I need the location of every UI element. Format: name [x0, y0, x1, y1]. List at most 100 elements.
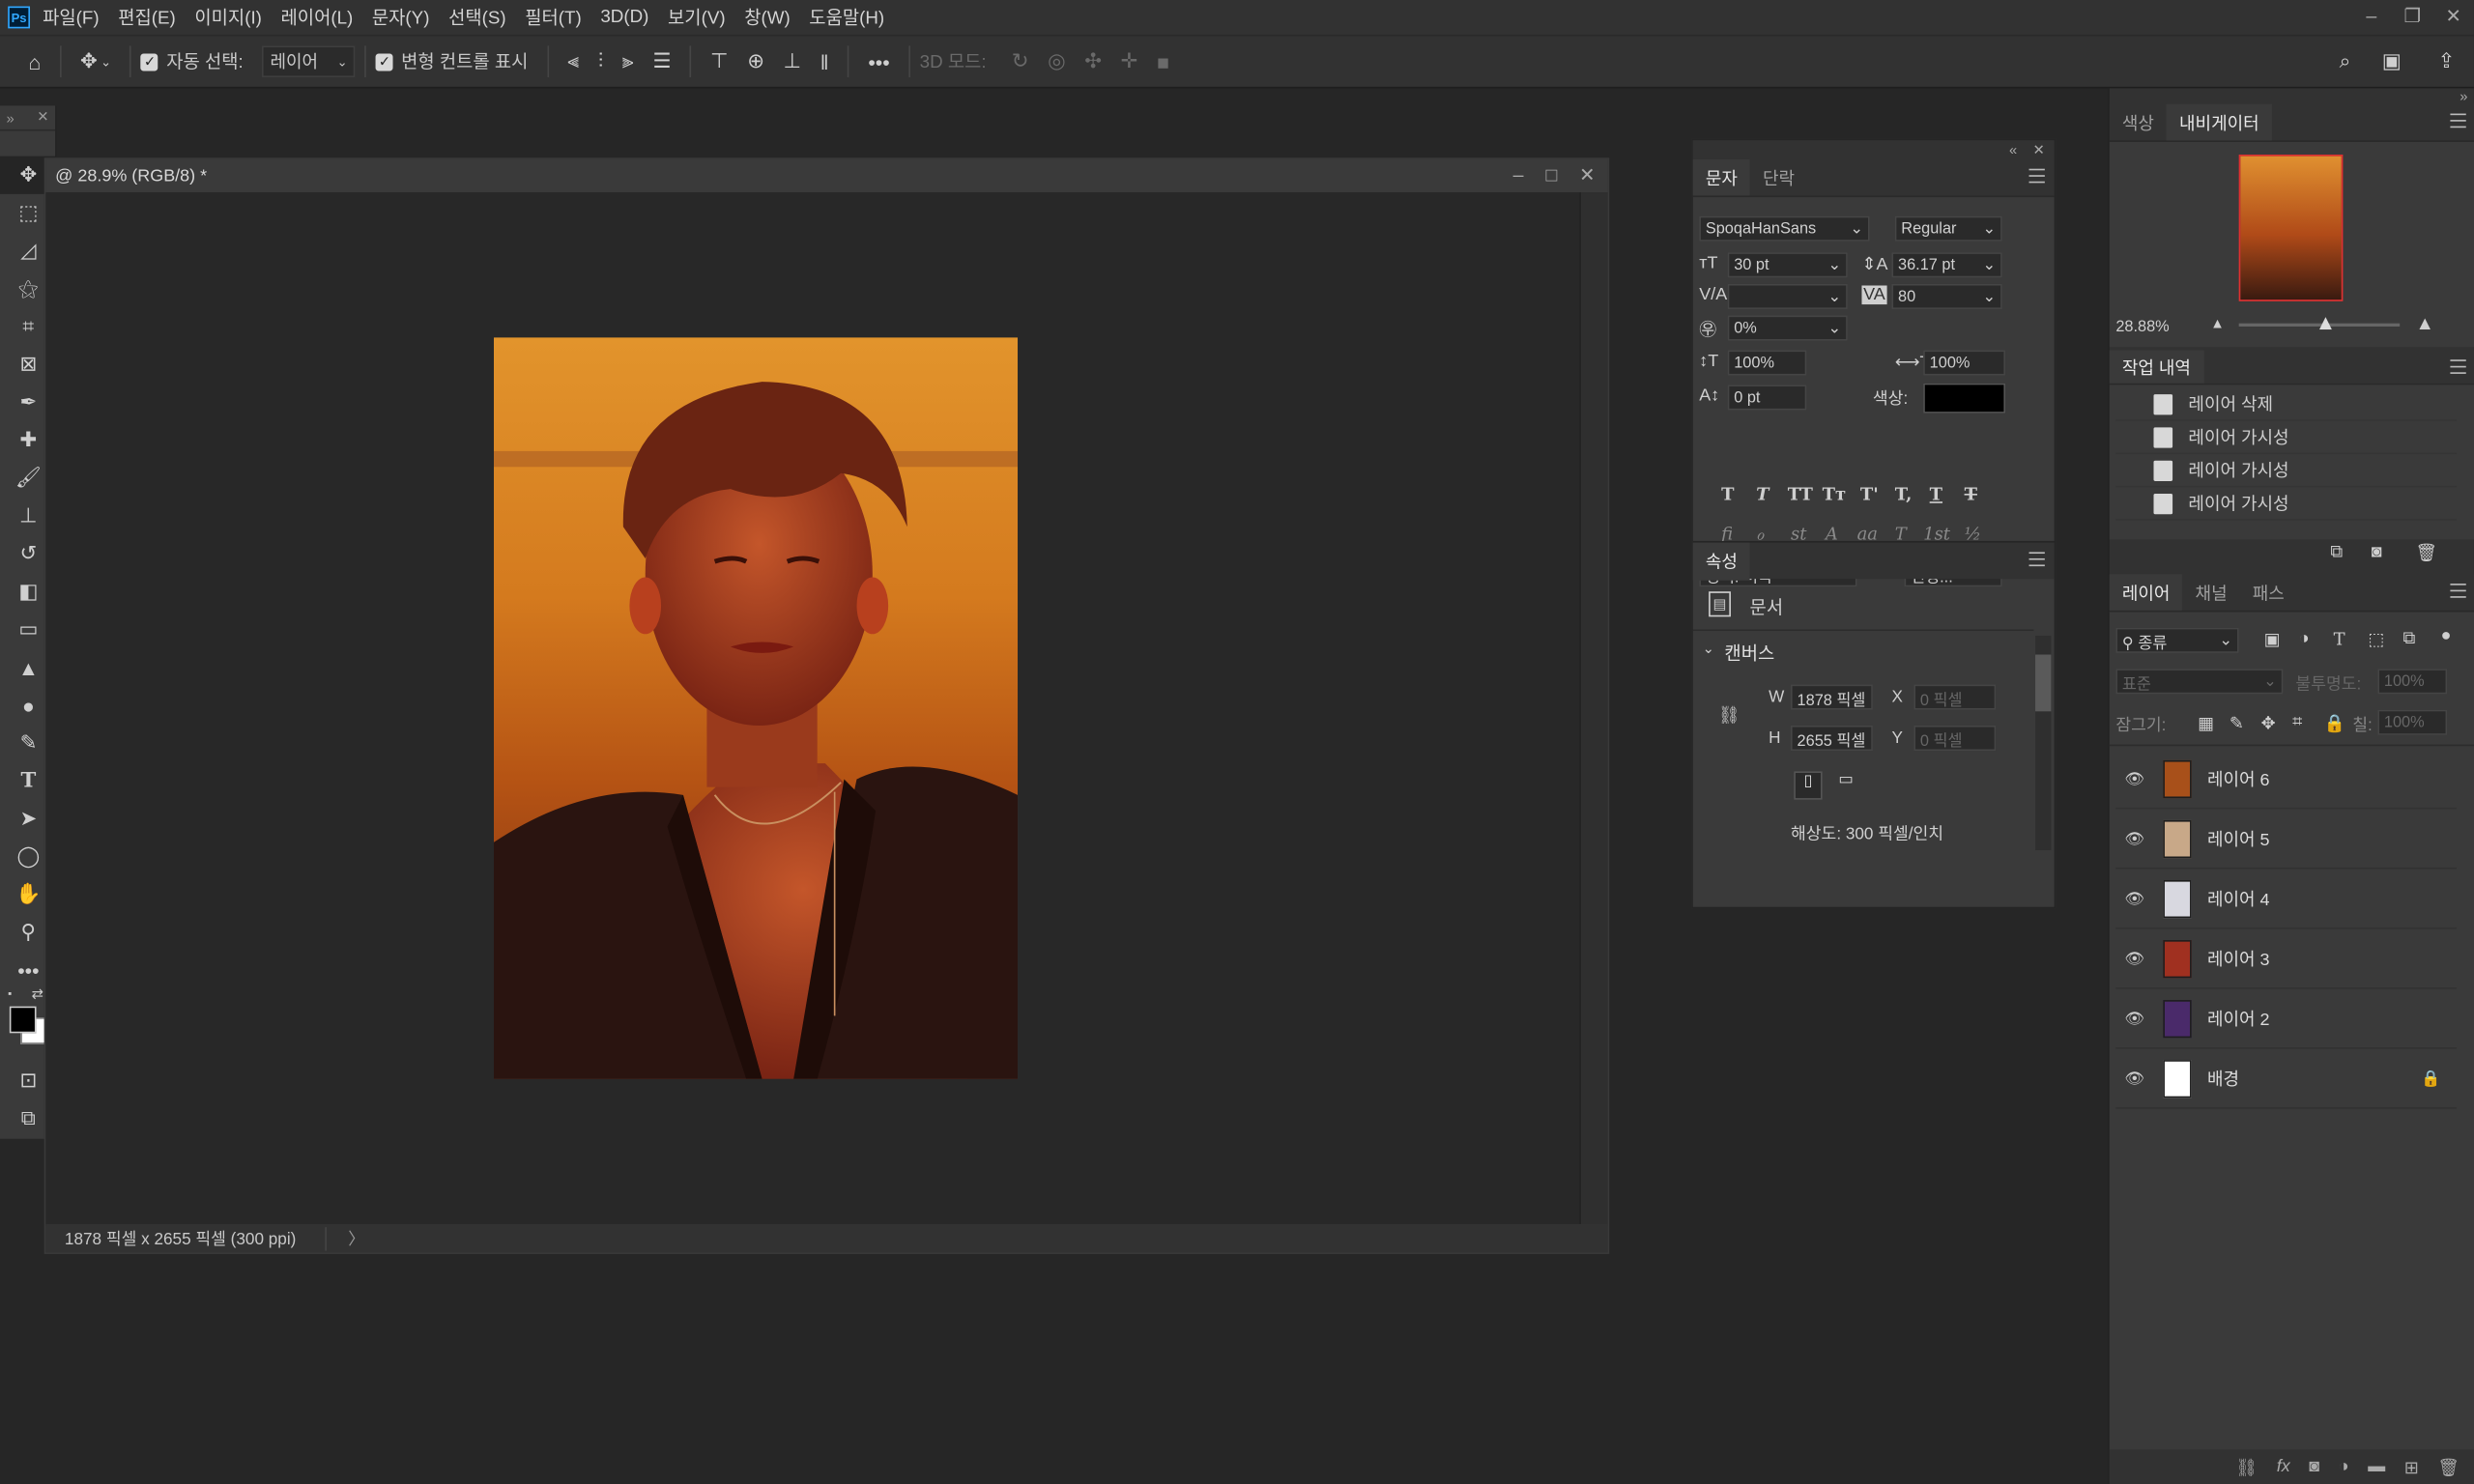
menu-filter[interactable]: 필터(T): [525, 5, 582, 30]
restore-icon[interactable]: □: [1545, 159, 1557, 191]
tab-paragraph[interactable]: 단락: [1750, 159, 1807, 196]
lock-icon[interactable]: 🔒: [2421, 1070, 2440, 1088]
zoom-slider-handle[interactable]: [2318, 317, 2332, 330]
menu-image[interactable]: 이미지(I): [194, 5, 262, 30]
strikethrough-icon[interactable]: T: [1965, 484, 1977, 504]
align-left-icon[interactable]: ⫷: [567, 49, 579, 74]
filter-type-icon[interactable]: T: [2334, 629, 2345, 649]
move-tool-icon[interactable]: ✥: [80, 49, 98, 74]
visibility-eye-icon[interactable]: 👁: [2119, 891, 2151, 908]
menu-view[interactable]: 보기(V): [668, 5, 726, 30]
vertical-scrollbar[interactable]: [1579, 192, 1608, 1226]
visibility-eye-icon[interactable]: 👁: [2119, 1011, 2151, 1028]
opacity-field[interactable]: 100%: [2377, 669, 2448, 695]
new-group-icon[interactable]: ▬: [2368, 1458, 2385, 1477]
zoom-in-icon[interactable]: ▲: [2416, 312, 2434, 334]
restore-icon[interactable]: ❐: [2392, 0, 2432, 35]
align-right-icon[interactable]: ⫸: [622, 49, 634, 74]
fx-icon[interactable]: fx: [2277, 1458, 2290, 1477]
align-center-icon[interactable]: ⫶: [598, 49, 603, 74]
baseline-shift-field[interactable]: 0 pt: [1727, 385, 1807, 411]
menu-help[interactable]: 도움말(H): [809, 5, 884, 30]
portrait-icon[interactable]: ▯: [1794, 771, 1823, 800]
visibility-eye-icon[interactable]: 👁: [2119, 771, 2151, 788]
layer-row[interactable]: 👁 배경 🔒: [2115, 1050, 2457, 1109]
canvas-area[interactable]: [45, 192, 1580, 1226]
history-item[interactable]: 레이어 가시성: [2115, 421, 2457, 455]
filter-adjustment-icon[interactable]: ◑: [2299, 629, 2310, 648]
collapse-icon[interactable]: »: [7, 109, 14, 125]
faux-italic-icon[interactable]: T: [1756, 484, 1769, 504]
visibility-eye-icon[interactable]: 👁: [2119, 951, 2151, 968]
distribute-icon[interactable]: ☰: [652, 49, 671, 74]
3d-camera-icon[interactable]: ■: [1157, 49, 1169, 72]
zoom-slider[interactable]: [2238, 317, 2401, 330]
tab-channels[interactable]: 채널: [2182, 574, 2239, 611]
landscape-icon[interactable]: ▭: [1831, 771, 1859, 799]
filter-shape-icon[interactable]: ⬚: [2369, 629, 2385, 650]
blend-mode-select[interactable]: 표준 ⌄: [2115, 669, 2284, 695]
workspace-icon[interactable]: ▣: [2382, 49, 2402, 74]
filter-toggle-icon[interactable]: ●: [2441, 626, 2452, 645]
visibility-eye-icon[interactable]: 👁: [2119, 1070, 2151, 1088]
link-layers-icon[interactable]: ⛓: [2235, 1457, 2258, 1477]
subscript-icon[interactable]: T,: [1895, 484, 1913, 504]
3d-roll-icon[interactable]: ◎: [1048, 49, 1066, 74]
tab-properties[interactable]: 속성: [1692, 542, 1750, 581]
adjustment-layer-icon[interactable]: ◑: [2339, 1458, 2349, 1477]
auto-select-checkbox[interactable]: ✓: [141, 52, 159, 71]
faux-bold-icon[interactable]: T: [1721, 484, 1734, 504]
x-field[interactable]: 0 픽셀: [1913, 684, 1997, 710]
zoom-out-icon[interactable]: ▲: [2210, 316, 2225, 331]
menu-3d[interactable]: 3D(D): [600, 8, 648, 27]
history-item[interactable]: 레이어 가시성: [2115, 454, 2457, 488]
menu-window[interactable]: 창(W): [744, 5, 790, 30]
menu-layer[interactable]: 레이어(L): [281, 5, 354, 30]
home-icon[interactable]: ⌂: [28, 49, 41, 72]
add-mask-icon[interactable]: ◙: [2309, 1458, 2319, 1477]
underline-icon[interactable]: T: [1930, 484, 1942, 504]
share-icon[interactable]: ⇪: [2438, 49, 2456, 74]
more-icon[interactable]: •••: [868, 49, 889, 72]
all-caps-icon[interactable]: TT: [1788, 484, 1813, 504]
tab-navigator[interactable]: 내비게이터: [2166, 103, 2272, 141]
leading-field[interactable]: 36.17 pt ⌄: [1891, 252, 2002, 278]
trash-icon[interactable]: 🗑: [2416, 543, 2438, 563]
align-top-icon[interactable]: ⊤: [710, 49, 728, 74]
new-layer-icon[interactable]: ⊞: [2404, 1457, 2419, 1477]
y-field[interactable]: 0 픽셀: [1913, 725, 1997, 752]
menu-file[interactable]: 파일(F): [43, 5, 100, 30]
font-style-select[interactable]: Regular ⌄: [1894, 215, 2002, 242]
distribute-vertical-icon[interactable]: ‖: [820, 49, 829, 72]
kerning-field[interactable]: ⌄: [1727, 283, 1848, 309]
lock-position-icon[interactable]: ✥: [2261, 713, 2276, 734]
properties-scrollbar[interactable]: [2035, 635, 2052, 850]
new-document-from-state-icon[interactable]: ⧉: [2330, 543, 2343, 563]
zoom-level[interactable]: 28.88%: [2115, 319, 2169, 336]
history-item[interactable]: 레이어 가시성: [2115, 487, 2457, 521]
chevron-down-icon[interactable]: ⌄: [1703, 641, 1714, 658]
lock-image-icon[interactable]: ✎: [2229, 713, 2244, 734]
tracking-field[interactable]: 80 ⌄: [1891, 283, 2002, 309]
minimize-icon[interactable]: –: [2351, 0, 2392, 35]
menu-edit[interactable]: 편집(E): [118, 5, 176, 30]
search-icon[interactable]: ⌕: [2340, 49, 2351, 74]
tab-color[interactable]: 색상: [2110, 104, 2167, 141]
superscript-icon[interactable]: T': [1860, 484, 1879, 504]
3d-slide-icon[interactable]: ✛: [1121, 49, 1138, 74]
align-middle-icon[interactable]: ⊕: [747, 49, 764, 74]
horizontal-scale-field[interactable]: 100%: [1923, 350, 2006, 376]
minimize-icon[interactable]: –: [1513, 159, 1524, 191]
panel-menu-icon[interactable]: [2450, 113, 2466, 128]
panel-menu-icon[interactable]: [2028, 552, 2045, 567]
tab-character[interactable]: 문자: [1692, 158, 1750, 196]
vertical-scale-field[interactable]: 100%: [1727, 350, 1807, 376]
fill-field[interactable]: 100%: [2377, 709, 2448, 735]
panel-menu-icon[interactable]: [2450, 584, 2466, 598]
close-icon[interactable]: ✕: [37, 109, 48, 127]
text-color-swatch[interactable]: [1923, 383, 2006, 414]
swap-colors-icon[interactable]: ⇄: [32, 985, 43, 1003]
default-colors-icon[interactable]: ▪: [8, 989, 22, 1004]
link-icon[interactable]: ⛓: [1718, 705, 1740, 726]
layer-row[interactable]: 👁 레이어 4: [2115, 870, 2457, 929]
